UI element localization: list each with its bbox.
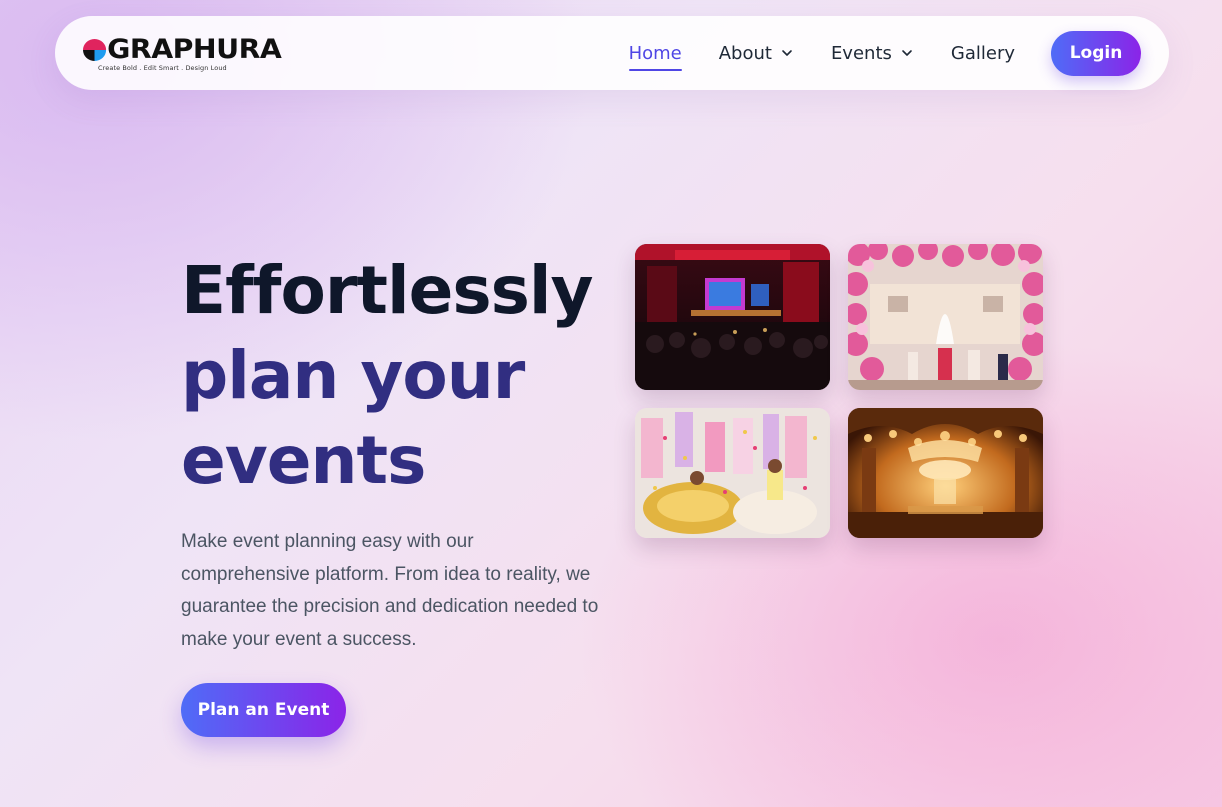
login-button[interactable]: Login [1051,30,1141,76]
golden-lit-wedding-hall-image [848,408,1043,538]
logo-mark-icon [83,38,107,61]
floral-wedding-mandap-image [848,244,1043,390]
event-photo-wedding-mandap [848,244,1043,390]
brand-name: GRAPHURA [107,33,282,65]
nav-events-label: Events [830,42,892,64]
brand-tagline: Create Bold . Edit Smart . Design Loud [98,63,227,72]
event-photo-conference [635,244,830,390]
hero-title-line1: Effortlessly [181,252,594,329]
brand-wordmark: GRAPHURA [83,33,282,65]
nav-gallery[interactable]: Gallery [951,33,1015,73]
brand-logo[interactable]: GRAPHURA Create Bold . Edit Smart . Desi… [83,34,282,72]
event-photo-celebration [635,408,830,538]
nav-about-label: About [718,42,772,64]
nav-home[interactable]: Home [628,33,682,73]
event-photo-wedding-hall [848,408,1043,538]
nav-gallery-label: Gallery [950,42,1015,64]
hero-title-line2: plan your [181,337,525,414]
hero-title: Effortlessly plan your events [181,248,641,503]
nav-about[interactable]: About [719,33,794,73]
hero-title-line3: events [181,422,426,499]
conference-stage-image [635,244,830,390]
top-navbar: GRAPHURA Create Bold . Edit Smart . Desi… [55,16,1169,90]
nav-events[interactable]: Events [831,33,914,73]
celebration-dance-image [635,408,830,538]
main-nav: Home About Events Gallery Login [592,30,1141,76]
chevron-down-icon [782,50,792,56]
hero-description: Make event planning easy with our compre… [181,531,599,650]
chevron-down-icon [902,50,912,56]
nav-home-label: Home [628,42,682,64]
plan-event-button[interactable]: Plan an Event [181,683,346,737]
